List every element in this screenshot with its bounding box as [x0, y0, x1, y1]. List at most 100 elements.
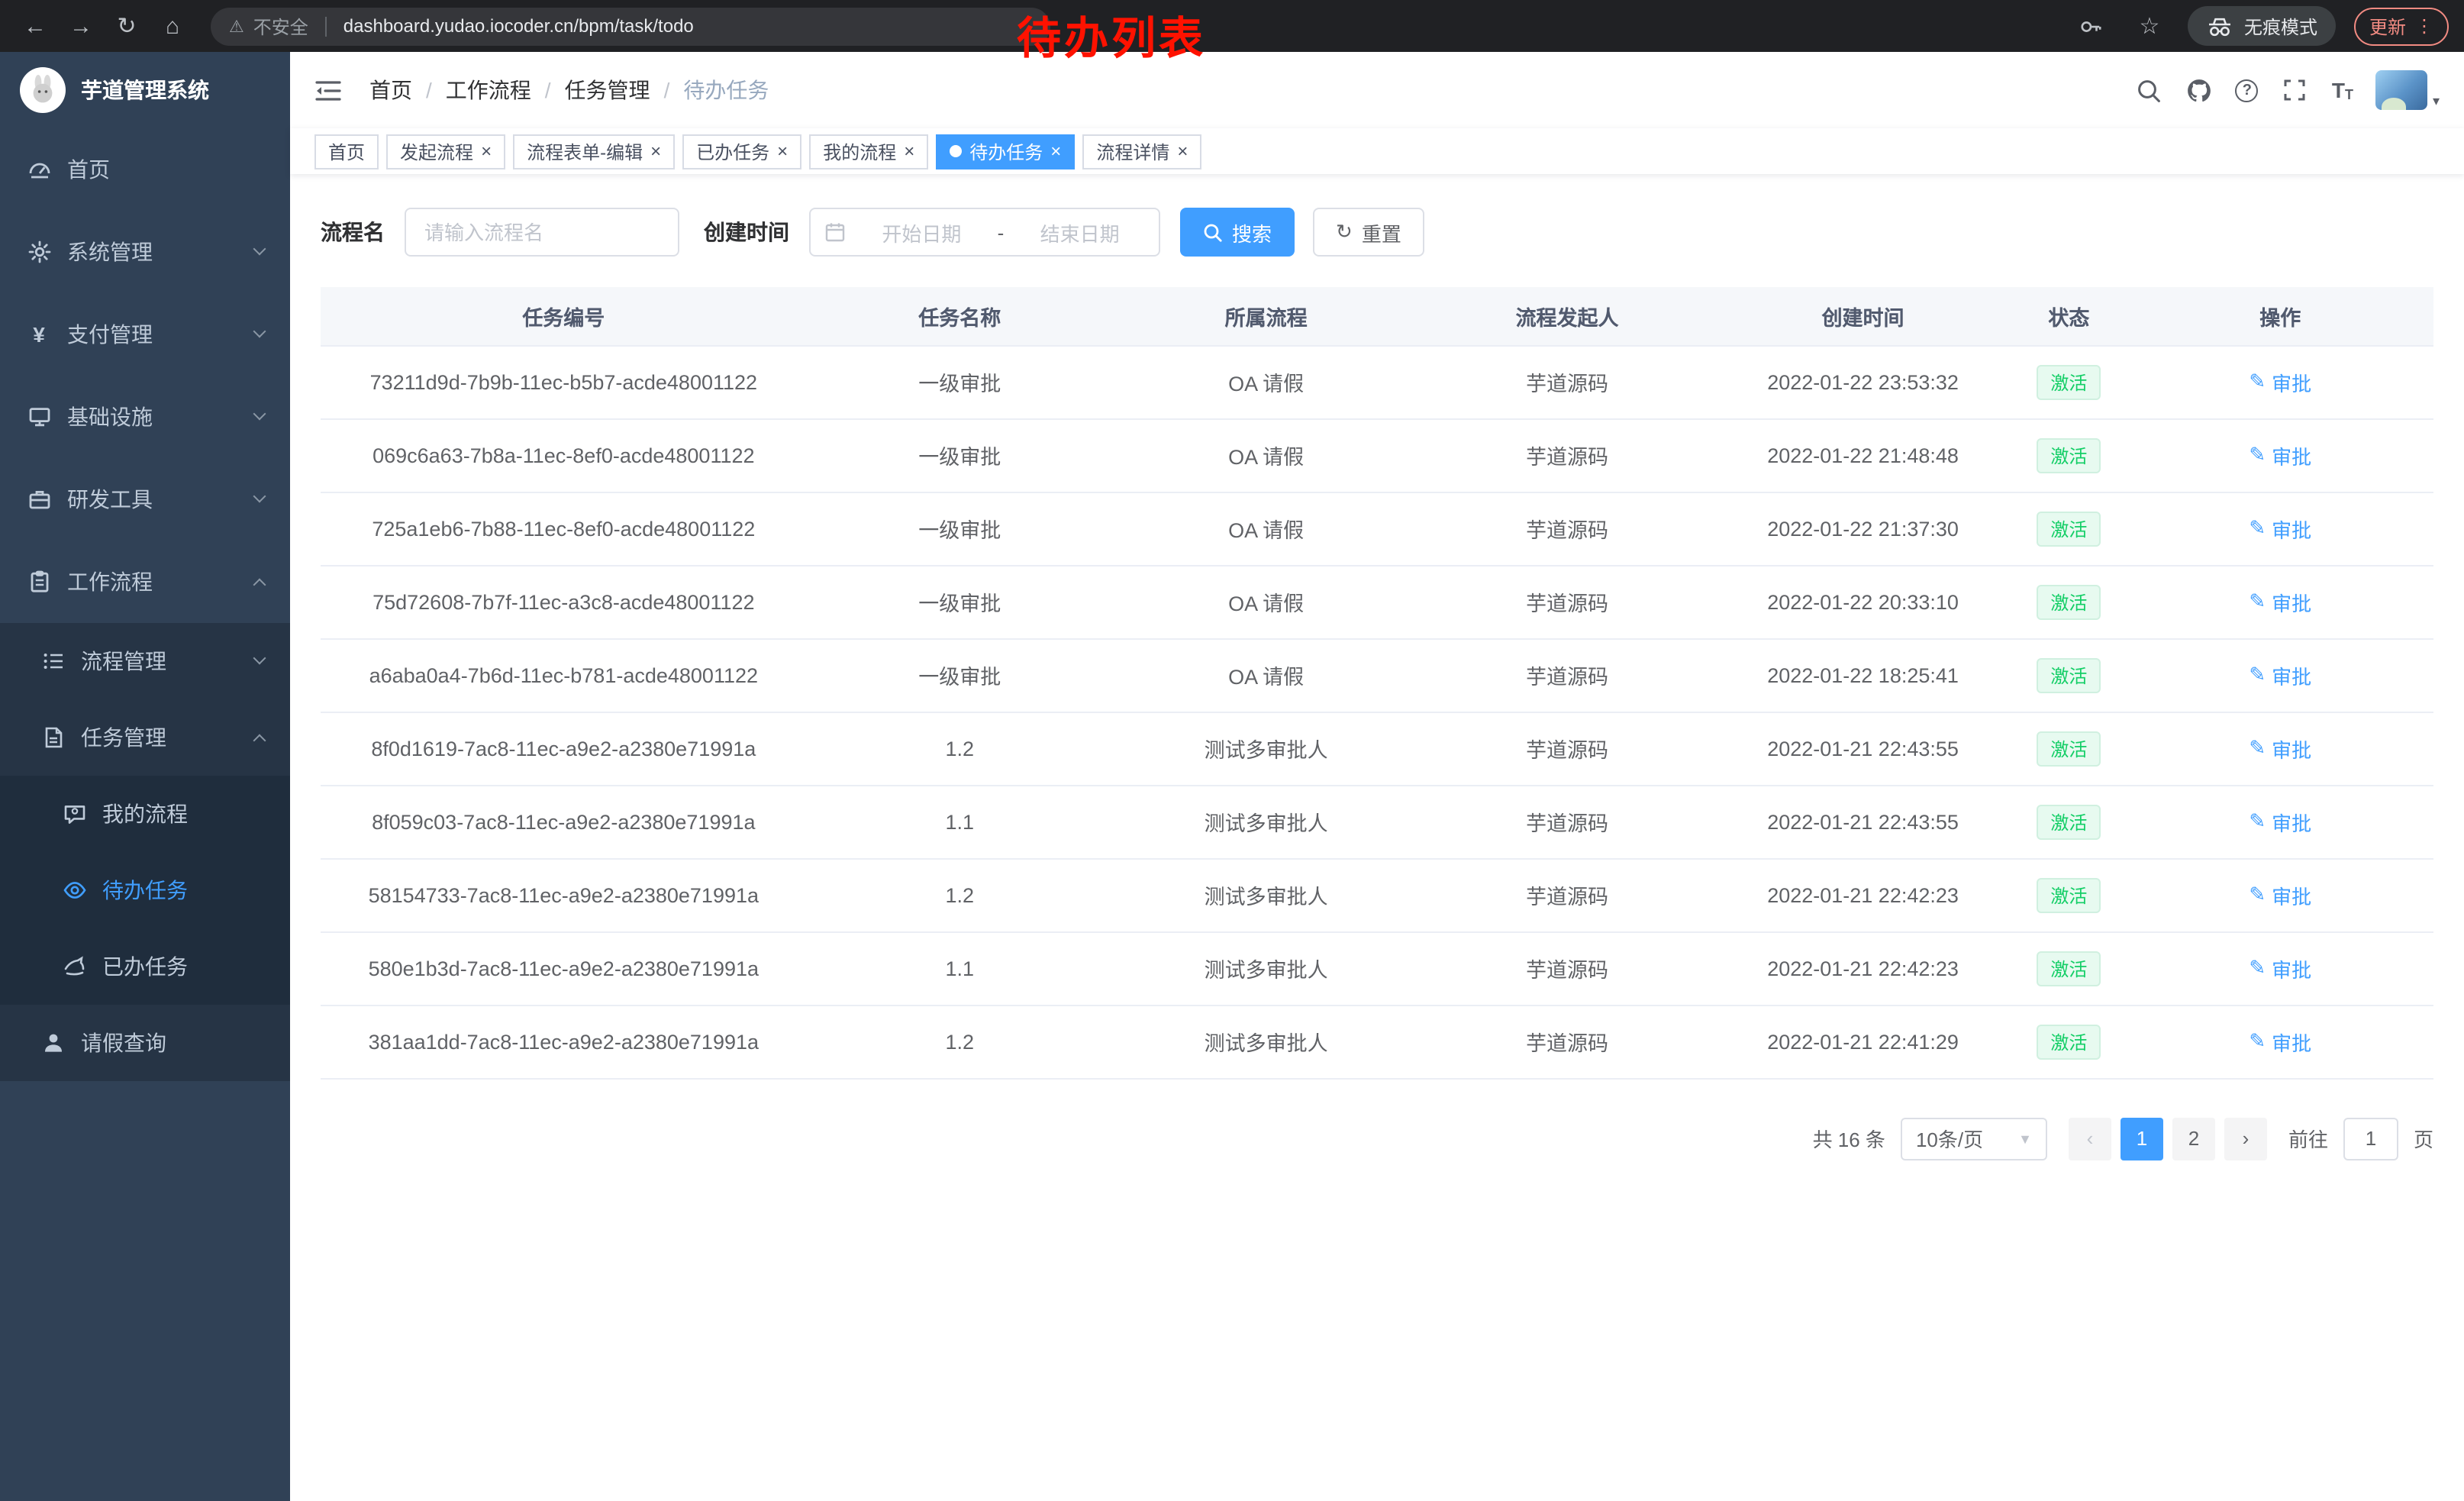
reset-button[interactable]: ↻ 重置 — [1313, 208, 1424, 257]
search-button[interactable]: 搜索 — [1180, 208, 1295, 257]
collapse-sidebar-icon[interactable] — [314, 79, 342, 102]
table-row: 58154733-7ac8-11ec-a9e2-a2380e71991a 1.2… — [321, 858, 2433, 931]
close-icon[interactable]: × — [904, 142, 914, 160]
update-button[interactable]: 更新 ⋮ — [2354, 7, 2449, 45]
font-size-icon[interactable]: TT — [2332, 78, 2353, 102]
home-icon[interactable]: ⌂ — [153, 6, 192, 46]
page-size-value: 10条/页 — [1916, 1124, 1983, 1153]
close-icon[interactable]: × — [1177, 142, 1188, 160]
approve-link[interactable]: ✎审批 — [2249, 1027, 2311, 1056]
action-cell: ✎审批 — [2127, 345, 2433, 418]
process-cell: OA 请假 — [1113, 418, 1419, 492]
fullscreen-icon[interactable] — [2282, 76, 2309, 104]
sidebar-item-done-tasks[interactable]: 已办任务 — [0, 928, 290, 1005]
tab-process-detail[interactable]: 流程详情 × — [1082, 134, 1201, 169]
page-size-select[interactable]: 10条/页 ▼ — [1901, 1117, 2047, 1160]
next-page-button[interactable]: › — [2224, 1117, 2267, 1160]
table-header-row: 任务编号 任务名称 所属流程 流程发起人 创建时间 状态 操作 — [321, 287, 2433, 345]
approve-link[interactable]: ✎审批 — [2249, 660, 2311, 689]
tab-process-form-edit[interactable]: 流程表单-编辑 × — [513, 134, 675, 169]
breadcrumb-separator: / — [426, 78, 432, 102]
process-name-input[interactable] — [405, 208, 679, 257]
sidebar-item-leave-query[interactable]: 请假查询 — [0, 1005, 290, 1081]
refresh-icon: ↻ — [1336, 220, 1353, 244]
sidebar-item-label: 基础设施 — [67, 402, 240, 432]
approve-link[interactable]: ✎审批 — [2249, 441, 2311, 470]
page-button-2[interactable]: 2 — [2172, 1117, 2215, 1160]
status-cell: 激活 — [2011, 931, 2127, 1005]
monitor-icon — [26, 405, 52, 429]
approve-link[interactable]: ✎审批 — [2249, 514, 2311, 543]
approve-link[interactable]: ✎审批 — [2249, 807, 2311, 836]
github-icon[interactable] — [2185, 76, 2213, 104]
yen-icon: ¥ — [26, 322, 52, 347]
date-range-picker[interactable]: 开始日期 - 结束日期 — [809, 208, 1160, 257]
tab-done-tasks[interactable]: 已办任务 × — [682, 134, 801, 169]
breadcrumb-task-management[interactable]: 任务管理 — [565, 75, 650, 105]
pagination: 共 16 条 10条/页 ▼ ‹ 1 2 › 前往 页 — [321, 1117, 2433, 1160]
sidebar-item-process-management[interactable]: 流程管理 — [0, 623, 290, 699]
approve-link[interactable]: ✎审批 — [2249, 734, 2311, 763]
search-button-label: 搜索 — [1232, 218, 1272, 247]
eye-icon — [61, 878, 87, 902]
starter-cell: 芋道源码 — [1419, 565, 1715, 638]
status-badge: 激活 — [2037, 804, 2101, 839]
sidebar-item-devtools[interactable]: 研发工具 — [0, 458, 290, 541]
tab-start-process[interactable]: 发起流程 × — [386, 134, 505, 169]
breadcrumb-home[interactable]: 首页 — [369, 75, 412, 105]
starter-cell: 芋道源码 — [1419, 1005, 1715, 1078]
tab-my-processes[interactable]: 我的流程 × — [809, 134, 928, 169]
approve-link[interactable]: ✎审批 — [2249, 954, 2311, 983]
tab-todo-tasks[interactable]: 待办任务 × — [936, 134, 1075, 169]
task-table: 任务编号 任务名称 所属流程 流程发起人 创建时间 状态 操作 73211d9d… — [321, 287, 2433, 1079]
status-cell: 激活 — [2011, 1005, 2127, 1078]
task-name-cell: 1.1 — [807, 785, 1113, 858]
key-icon[interactable] — [2072, 6, 2111, 46]
action-cell: ✎审批 — [2127, 1005, 2433, 1078]
sidebar-item-task-management[interactable]: 任务管理 — [0, 699, 290, 776]
back-icon[interactable]: ← — [15, 6, 55, 46]
more-menu-icon[interactable]: ⋮ — [2415, 15, 2433, 37]
goto-suffix: 页 — [2414, 1124, 2433, 1153]
sidebar-item-todo-tasks[interactable]: 待办任务 — [0, 852, 290, 928]
tab-home[interactable]: 首页 — [314, 134, 379, 169]
approve-link[interactable]: ✎审批 — [2249, 587, 2311, 616]
sidebar-item-home[interactable]: 首页 — [0, 128, 290, 211]
prev-page-button[interactable]: ‹ — [2069, 1117, 2111, 1160]
bookmark-star-icon[interactable]: ☆ — [2130, 6, 2169, 46]
url-text: dashboard.yudao.iocoder.cn/bpm/task/todo — [343, 15, 694, 37]
task-id-cell: 8f059c03-7ac8-11ec-a9e2-a2380e71991a — [321, 785, 807, 858]
created-cell: 2022-01-22 21:48:48 — [1715, 418, 2011, 492]
task-id-cell: 8f0d1619-7ac8-11ec-a9e2-a2380e71991a — [321, 712, 807, 785]
edit-icon: ✎ — [2249, 809, 2266, 834]
created-cell: 2022-01-21 22:43:55 — [1715, 712, 2011, 785]
approve-link[interactable]: ✎审批 — [2249, 880, 2311, 909]
page-button-1[interactable]: 1 — [2121, 1117, 2163, 1160]
status-cell: 激活 — [2011, 638, 2127, 712]
goto-page-input[interactable] — [2343, 1117, 2398, 1160]
person-icon — [40, 1031, 66, 1055]
sidebar-item-payment[interactable]: ¥ 支付管理 — [0, 293, 290, 376]
sidebar-item-system[interactable]: 系统管理 — [0, 211, 290, 293]
forward-icon[interactable]: → — [61, 6, 101, 46]
close-icon[interactable]: × — [481, 142, 492, 160]
process-cell: 测试多审批人 — [1113, 1005, 1419, 1078]
user-menu[interactable]: ▾ — [2376, 70, 2440, 110]
sidebar-item-workflow[interactable]: 工作流程 — [0, 541, 290, 623]
close-icon[interactable]: × — [650, 142, 661, 160]
sidebar-item-infrastructure[interactable]: 基础设施 — [0, 376, 290, 458]
breadcrumb-separator: / — [545, 78, 551, 102]
sidebar-item-my-processes[interactable]: 我的流程 — [0, 776, 290, 852]
reload-icon[interactable]: ↻ — [107, 6, 147, 46]
breadcrumb-workflow[interactable]: 工作流程 — [446, 75, 531, 105]
close-icon[interactable]: × — [777, 142, 788, 160]
close-icon[interactable]: × — [1050, 142, 1061, 160]
task-doc-icon — [40, 725, 66, 750]
search-icon[interactable] — [2135, 76, 2162, 104]
toolbox-icon — [26, 487, 52, 512]
address-bar[interactable]: ⚠ 不安全 dashboard.yudao.iocoder.cn/bpm/tas… — [211, 7, 1050, 45]
dashboard-icon — [26, 157, 52, 182]
app-logo[interactable]: 芋道管理系统 — [0, 52, 290, 128]
help-icon[interactable]: ? — [2236, 79, 2259, 102]
approve-link[interactable]: ✎审批 — [2249, 367, 2311, 396]
